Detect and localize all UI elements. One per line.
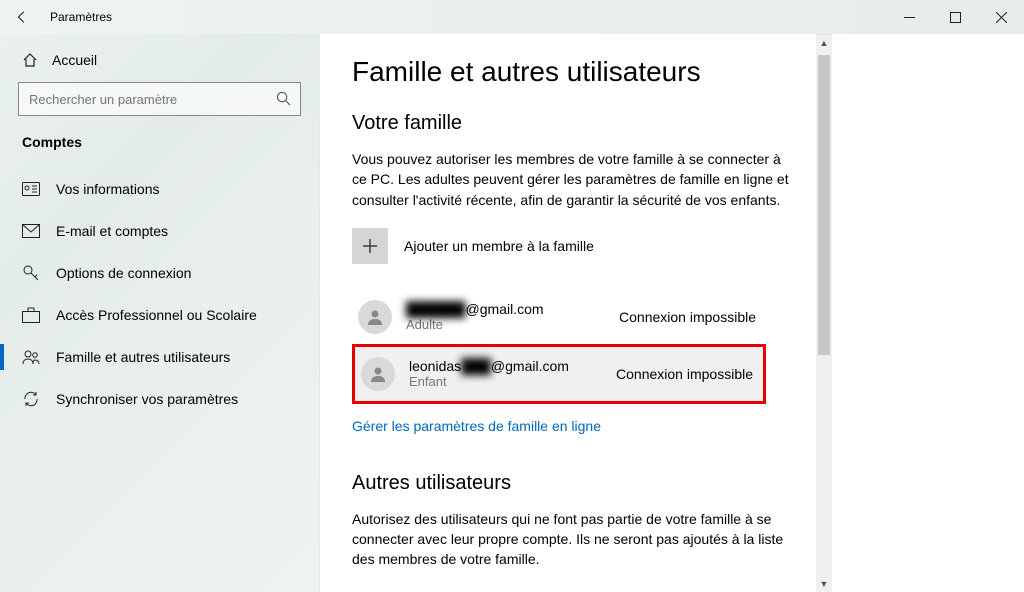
vertical-scrollbar[interactable]: ▲ ▼ bbox=[816, 34, 832, 592]
category-heading: Comptes bbox=[0, 134, 319, 150]
search-input[interactable] bbox=[18, 82, 301, 116]
member-status: Connexion impossible bbox=[619, 309, 756, 325]
nav-label: Synchroniser vos paramètres bbox=[56, 391, 238, 407]
home-label: Accueil bbox=[52, 52, 97, 68]
family-section-title: Votre famille bbox=[352, 112, 792, 135]
scroll-down-icon[interactable]: ▼ bbox=[816, 576, 832, 592]
nav-label: E-mail et comptes bbox=[56, 223, 168, 239]
sidebar: Accueil Comptes Vos informations bbox=[0, 34, 320, 592]
other-users-description: Autorisez des utilisateurs qui ne font p… bbox=[352, 509, 792, 570]
avatar-icon bbox=[361, 357, 395, 391]
maximize-button[interactable] bbox=[932, 0, 978, 34]
id-card-icon bbox=[22, 182, 40, 196]
nav-label: Famille et autres utilisateurs bbox=[56, 349, 230, 365]
avatar-icon bbox=[358, 300, 392, 334]
search-icon bbox=[276, 91, 291, 111]
nav-family-users[interactable]: Famille et autres utilisateurs bbox=[0, 336, 319, 378]
briefcase-icon bbox=[22, 307, 40, 323]
main-content: Famille et autres utilisateurs Votre fam… bbox=[320, 34, 832, 588]
minimize-button[interactable] bbox=[886, 0, 932, 34]
add-family-member[interactable]: Ajouter un membre à la famille bbox=[352, 228, 792, 264]
manage-family-link[interactable]: Gérer les paramètres de famille en ligne bbox=[352, 418, 601, 434]
people-icon bbox=[22, 349, 40, 365]
member-email: ██████@gmail.com bbox=[406, 301, 619, 317]
nav-label: Accès Professionnel ou Scolaire bbox=[56, 307, 257, 323]
redacted-text: ██████ bbox=[406, 301, 466, 317]
family-member-row[interactable]: ██████@gmail.com Adulte Connexion imposs… bbox=[352, 290, 766, 344]
home-link[interactable]: Accueil bbox=[0, 52, 319, 82]
member-status: Connexion impossible bbox=[616, 366, 753, 382]
arrow-left-icon bbox=[15, 10, 29, 24]
key-icon bbox=[22, 264, 40, 282]
family-description: Vous pouvez autoriser les membres de vot… bbox=[352, 149, 792, 210]
close-icon bbox=[996, 12, 1007, 23]
nav-your-info[interactable]: Vos informations bbox=[0, 168, 319, 210]
maximize-icon bbox=[950, 12, 961, 23]
nav-email-accounts[interactable]: E-mail et comptes bbox=[0, 210, 319, 252]
back-button[interactable] bbox=[0, 0, 44, 34]
titlebar: Paramètres bbox=[0, 0, 1024, 34]
minimize-icon bbox=[904, 12, 915, 23]
window-title: Paramètres bbox=[50, 10, 112, 24]
add-member-label: Ajouter un membre à la famille bbox=[404, 238, 594, 254]
nav-work-school[interactable]: Accès Professionnel ou Scolaire bbox=[0, 294, 319, 336]
page-title: Famille et autres utilisateurs bbox=[352, 56, 792, 88]
member-role: Adulte bbox=[406, 317, 619, 332]
plus-icon bbox=[352, 228, 388, 264]
mail-icon bbox=[22, 224, 40, 238]
home-icon bbox=[22, 52, 38, 68]
close-button[interactable] bbox=[978, 0, 1024, 34]
other-users-title: Autres utilisateurs bbox=[352, 472, 792, 495]
nav-sync-settings[interactable]: Synchroniser vos paramètres bbox=[0, 378, 319, 420]
nav-signin-options[interactable]: Options de connexion bbox=[0, 252, 319, 294]
scrollbar-thumb[interactable] bbox=[818, 55, 830, 355]
sync-icon bbox=[22, 390, 40, 408]
redacted-text: ███ bbox=[461, 358, 491, 374]
family-member-row-selected[interactable]: leonidas███@gmail.com Enfant Connexion i… bbox=[352, 344, 766, 404]
member-role: Enfant bbox=[409, 374, 616, 389]
nav-label: Vos informations bbox=[56, 181, 160, 197]
nav-label: Options de connexion bbox=[56, 265, 191, 281]
scroll-up-icon[interactable]: ▲ bbox=[816, 35, 832, 51]
member-email: leonidas███@gmail.com bbox=[409, 358, 616, 374]
